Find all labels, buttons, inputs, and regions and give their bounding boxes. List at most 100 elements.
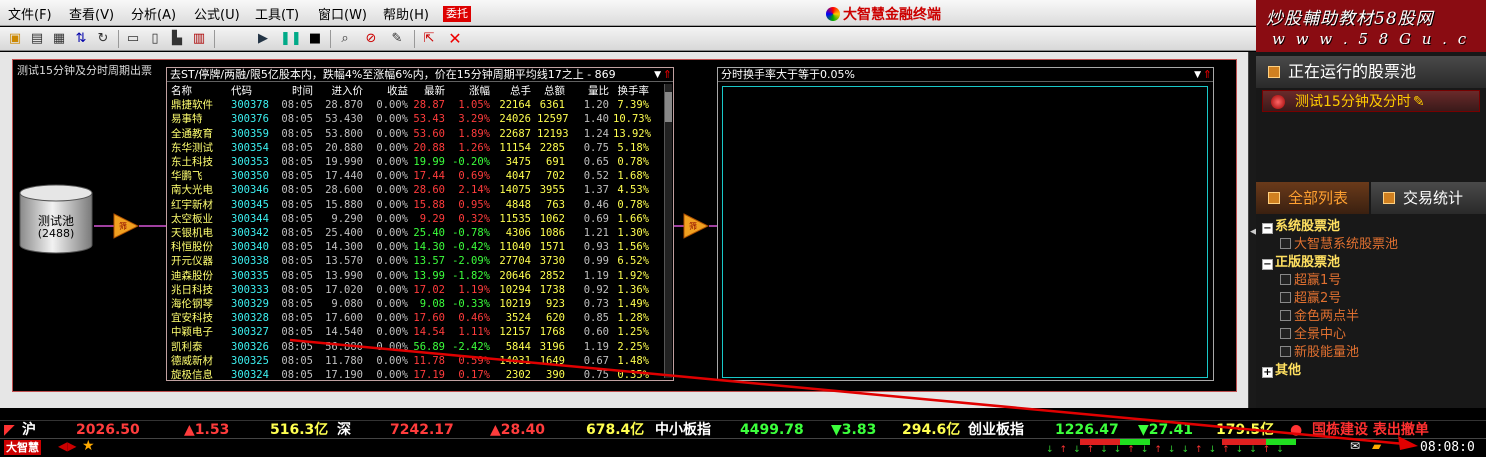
filter-node-icon[interactable]: 筛 [683,213,709,239]
collapse-icon[interactable]: − [1262,259,1273,270]
checkbox-icon[interactable] [1280,238,1291,249]
play-icon[interactable]: ▶ [254,30,272,48]
splitter[interactable]: ◀ [1248,52,1257,408]
last-price: 28.60 [413,184,445,197]
column-header: 涨幅 [469,85,490,97]
table-scrollbar[interactable] [664,84,672,378]
change-pct: 2.14% [458,184,490,197]
tree-group[interactable]: − 正版股票池 [1262,254,1340,272]
entry-price: 14.300 [325,241,363,254]
checkbox-icon[interactable] [1280,274,1291,285]
collapse-icon[interactable]: − [1262,223,1273,234]
turnover-rate: 1.56% [617,241,649,254]
tree-leaf[interactable]: 金色两点半 [1280,308,1359,326]
column-header: 代码 [231,85,252,97]
menu-file[interactable]: 文件(F) [8,4,52,23]
tree-leaf[interactable]: 新股能量池 [1280,344,1359,362]
close-icon[interactable]: ✕ [446,30,464,48]
tree-leaf[interactable]: 超赢1号 [1280,272,1341,290]
mail-icon[interactable]: ✉ [1350,439,1360,453]
change-pct: 1.26% [458,141,490,154]
entry-time: 08:05 [281,241,313,254]
cascade-icon[interactable]: ▙ [168,30,186,48]
star-icon[interactable]: ★ [82,438,95,454]
dropdown-icon[interactable]: ▼ [654,68,661,82]
tree-leaf[interactable]: 大智慧系统股票池 [1280,236,1398,254]
brand-badge[interactable]: 大智慧 [4,440,41,455]
save-as-icon[interactable]: ▦ [50,30,68,48]
entry-time: 08:05 [281,198,313,211]
tab-all-list[interactable]: 全部列表 [1256,182,1369,214]
collapse-up-icon[interactable]: ⇑ [663,68,672,82]
total-amount: 2852 [539,269,565,282]
volume-ratio: 1.19 [583,269,609,282]
open-icon[interactable]: ▣ [6,30,24,48]
menu-tools[interactable]: 工具(T) [255,4,299,23]
toolbar-separator [118,30,119,48]
folder-icon[interactable]: ▰ [1372,439,1381,453]
sz-label[interactable]: 深 [337,421,351,439]
tile-icon[interactable]: ▥ [190,30,208,48]
sort-icon[interactable]: ⇅ [72,30,90,48]
list-icon [1383,192,1395,204]
checkbox-icon[interactable] [1280,292,1291,303]
last-price: 14.30 [413,241,445,254]
gem-change: ▼27.41 [1138,422,1194,438]
stock-code: 300378 [231,99,269,112]
delegate-button[interactable]: 委托 [443,6,471,22]
menu-help[interactable]: 帮助(H) [383,4,429,23]
filter-node-icon[interactable]: 筛 [113,213,139,239]
pause-icon[interactable]: ❚❚ [280,30,302,48]
search-icon[interactable]: ⌕ [336,30,354,48]
sme-index: 4499.78 [740,422,804,438]
tab-trade-stats[interactable]: 交易统计 [1371,182,1486,214]
menu-analysis[interactable]: 分析(A) [131,4,176,23]
entry-price: 15.880 [325,198,363,211]
checkbox-icon[interactable] [1280,346,1291,357]
tree-label: 其他 [1275,363,1302,378]
tree-leaf[interactable]: 超赢2号 [1280,290,1341,308]
tree-leaf[interactable]: 全景中心 [1280,326,1346,344]
window-icon[interactable]: ▭ [124,30,142,48]
checkbox-icon[interactable] [1280,310,1291,321]
news-text[interactable]: 国栋建设 表出撤单 [1312,421,1429,439]
sh-label[interactable]: 沪 [22,421,36,439]
nav-arrows-icon[interactable]: ◀▶ [58,439,76,453]
entry-price: 9.290 [331,212,363,225]
stock-name: 太空板业 [171,212,213,225]
find-icon[interactable]: ⊘ [362,30,380,48]
stop-icon[interactable]: ■ [306,30,324,48]
checkbox-icon[interactable] [1280,328,1291,339]
index-ticker: ◤ 沪 2026.50 ▲1.53 516.3亿 深 7242.17 ▲28.4… [0,420,1486,438]
scrollbar-thumb[interactable] [665,92,672,122]
total-volume: 11535 [499,212,531,225]
layout-icon[interactable]: ▯ [146,30,164,48]
volume-ratio: 0.46 [583,198,609,211]
entry-price: 14.540 [325,326,363,339]
gem-label[interactable]: 创业板指 [968,421,1024,439]
collapse-up-icon[interactable]: ⇑ [1203,68,1212,82]
turnover-rate: 1.25% [617,326,649,339]
export-icon[interactable]: ⇱ [420,30,438,48]
last-price: 13.99 [413,269,445,282]
dropdown-icon[interactable]: ▼ [1194,68,1201,82]
tree-group[interactable]: − 系统股票池 [1262,218,1340,236]
expand-icon[interactable]: + [1262,367,1273,378]
pencil-icon[interactable]: ✎ [1413,94,1425,110]
menu-formula[interactable]: 公式(U) [194,4,240,23]
list-icon [1268,66,1280,78]
change-pct: -0.78% [452,227,490,239]
edit-icon[interactable]: ✎ [388,30,406,48]
refresh-icon[interactable]: ↻ [94,30,112,48]
running-pool-item[interactable]: 测试15分钟及分时 ✎ [1262,90,1480,112]
return: 0.00% [376,198,408,211]
stock-name: 华鹏飞 [171,170,203,183]
menu-window[interactable]: 窗口(W) [318,4,367,23]
save-icon[interactable]: ▤ [28,30,46,48]
total-volume: 22164 [499,99,531,112]
return: 0.00% [376,156,408,168]
tree-group[interactable]: + 其他 [1262,362,1301,380]
sme-label[interactable]: 中小板指 [655,421,711,439]
menu-view[interactable]: 查看(V) [69,4,114,23]
entry-time: 08:05 [281,354,313,367]
